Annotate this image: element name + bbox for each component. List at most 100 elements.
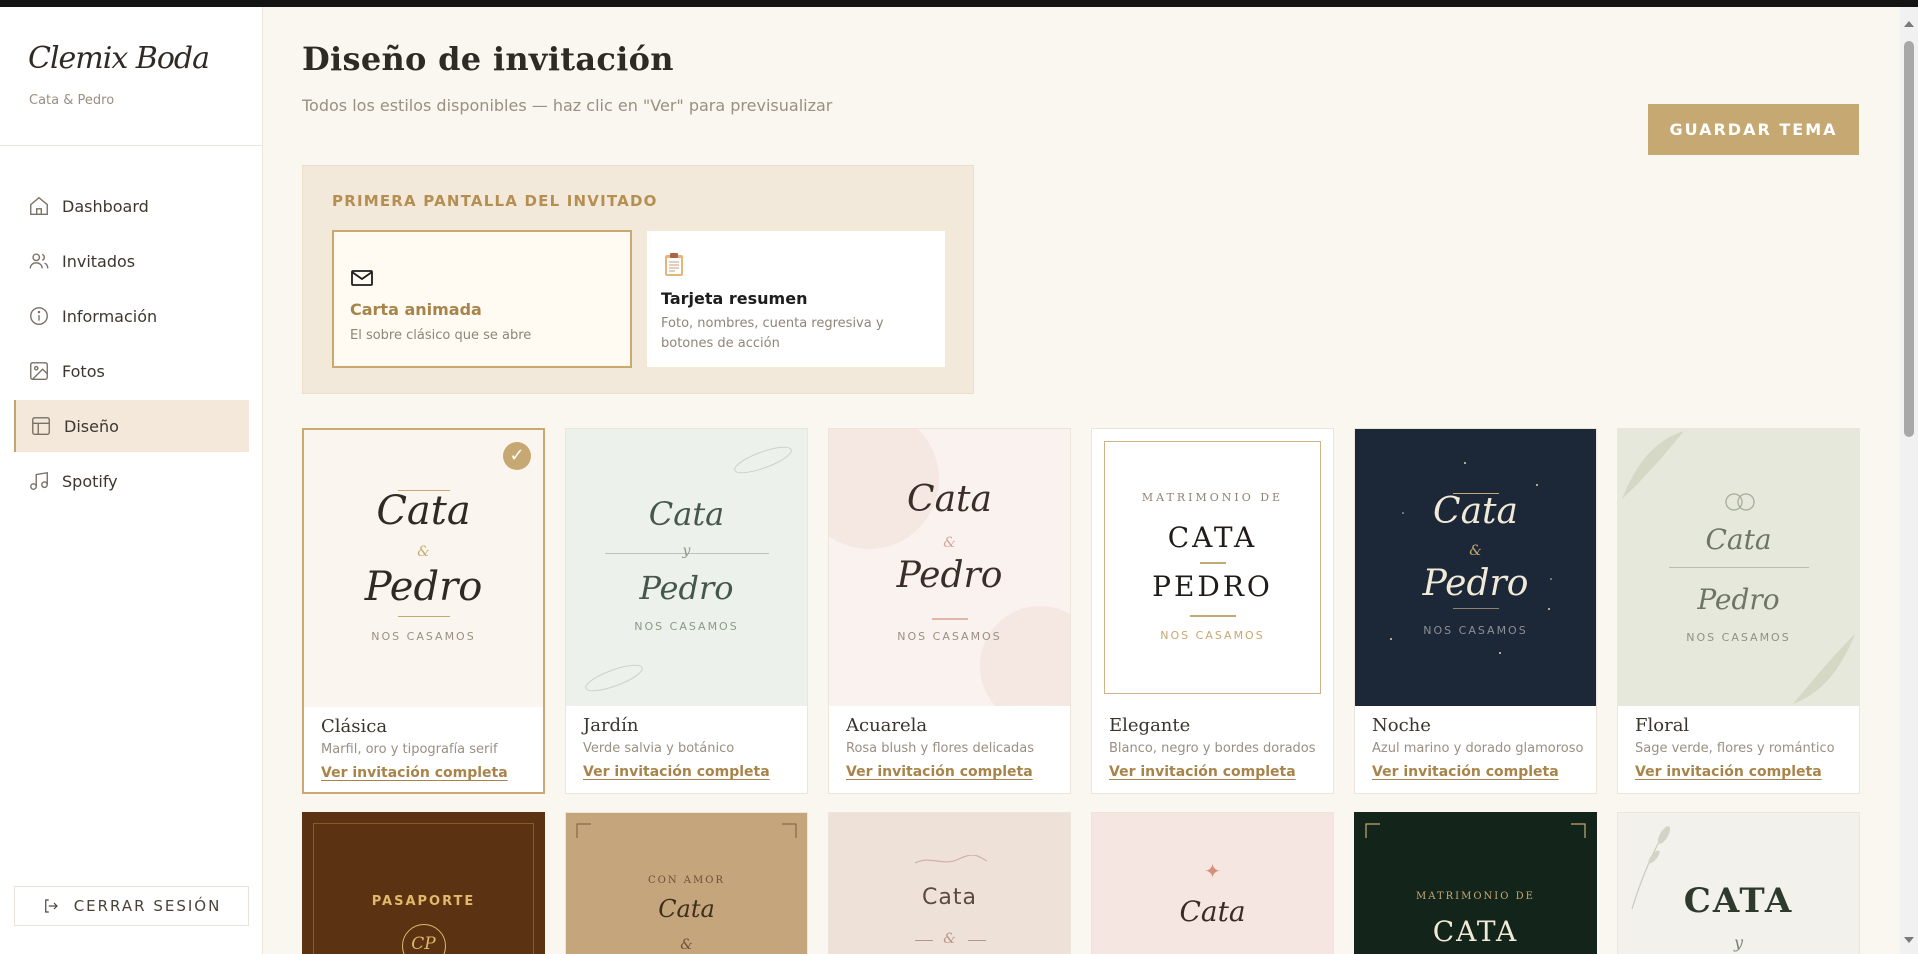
theme-desc: Marfil, oro y tipografía serif	[321, 742, 498, 757]
preview-amp: y	[682, 543, 691, 559]
theme-name: Floral	[1635, 715, 1690, 736]
logout-icon	[44, 899, 58, 913]
selected-check-icon: ✓	[503, 442, 531, 470]
sidebar-item-invitados[interactable]: Invitados	[14, 235, 249, 287]
logout-label: CERRAR SESIÓN	[73, 897, 222, 915]
preview-name-2: Pedro	[896, 555, 1003, 596]
clipboard-icon	[665, 253, 683, 276]
theme-preview[interactable]: Cata Pedro NOS CASAMOS	[1618, 429, 1859, 706]
view-invitation-link[interactable]: Ver invitación completa	[1372, 764, 1559, 780]
corner-ornament	[782, 823, 797, 838]
option-desc: Foto, nombres, cuenta regresiva y botone…	[661, 316, 884, 351]
scroll-down-arrow-icon[interactable]	[1904, 937, 1914, 943]
theme-preview[interactable]: CATA y	[1618, 813, 1859, 954]
leaf-decoration-icon	[734, 446, 792, 474]
option-name: Tarjeta resumen	[661, 289, 808, 308]
preview-tagline: NOS CASAMOS	[371, 630, 476, 643]
theme-name: Clásica	[321, 716, 388, 737]
theme-card-clasica[interactable]: ✓ Cata & Pedro NOS CASAMOS Clásica Marfi…	[302, 428, 545, 794]
sidebar-item-label: Dashboard	[62, 196, 149, 216]
scrollbar-thumb[interactable]	[1904, 41, 1914, 437]
theme-info: Elegante Blanco, negro y bordes dorados …	[1092, 706, 1333, 793]
theme-preview[interactable]: Cata & Pedro NOS CASAMOS	[1355, 429, 1596, 706]
theme-desc: Verde salvia y botánico	[583, 741, 735, 756]
image-icon	[30, 362, 48, 380]
preview-amp: &	[1469, 543, 1482, 559]
theme-desc: Azul marino y dorado glamoroso	[1372, 741, 1584, 756]
preview-name-1: Cata	[907, 479, 992, 520]
theme-card-8[interactable]: ✦ Cata	[1091, 812, 1334, 954]
sidebar-item-label: Invitados	[62, 251, 136, 271]
watercolor-blob	[980, 606, 1070, 706]
theme-preview[interactable]: Cata y Pedro NOS CASAMOS	[566, 429, 807, 706]
sidebar-item-diseno[interactable]: Diseño	[14, 400, 249, 452]
sidebar-item-dashboard[interactable]: Dashboard	[14, 180, 249, 232]
preview-amp: &	[943, 931, 956, 947]
theme-preview[interactable]: Cata & Pedro NOS CASAMOS	[829, 429, 1070, 706]
option-name: Carta animada	[350, 300, 482, 319]
preview-name-1: CATA	[1432, 915, 1519, 948]
theme-info: Clásica Marfil, oro y tipografía serif V…	[304, 707, 543, 792]
theme-preview[interactable]: MATRIMONIO DE CATA	[1355, 813, 1596, 954]
theme-preview[interactable]: CON AMOR Cata &	[566, 813, 807, 954]
sidebar-item-label: Información	[62, 306, 158, 326]
wave-ornament	[914, 855, 988, 864]
preview-top-label: CON AMOR	[648, 875, 725, 886]
option-carta-animada[interactable]: Carta animada El sobre clásico que se ab…	[332, 230, 632, 368]
scroll-up-arrow-icon[interactable]	[1904, 21, 1914, 27]
preview-name-1: Cata	[376, 488, 471, 534]
theme-card-pasaporte[interactable]: PASAPORTE CP	[302, 812, 545, 954]
preview-amp: &	[680, 937, 693, 953]
divider-line	[915, 940, 933, 941]
sidebar-item-spotify[interactable]: Spotify	[14, 455, 249, 507]
preview-name-1: PASAPORTE	[371, 894, 476, 909]
sidebar-nav: Dashboard Invitados Información Fotos Di…	[14, 180, 249, 510]
theme-preview[interactable]: ✦ Cata	[1092, 813, 1333, 954]
preview-tagline: NOS CASAMOS	[634, 620, 739, 633]
theme-desc: Rosa blush y flores delicadas	[846, 741, 1035, 756]
leaf-decoration-icon	[585, 664, 643, 692]
couple-name: Cata & Pedro	[29, 93, 115, 108]
view-invitation-link[interactable]: Ver invitación completa	[583, 764, 770, 780]
theme-preview[interactable]: ✓ Cata & Pedro NOS CASAMOS	[304, 430, 543, 707]
theme-card-9[interactable]: MATRIMONIO DE CATA	[1354, 812, 1597, 954]
envelope-icon	[351, 270, 373, 286]
view-invitation-link[interactable]: Ver invitación completa	[1109, 764, 1296, 780]
theme-card-11[interactable]: CATA y	[1617, 812, 1860, 954]
theme-preview[interactable]: MATRIMONIO DE CATA PEDRO NOS CASAMOS	[1092, 429, 1333, 706]
view-invitation-link[interactable]: Ver invitación completa	[846, 764, 1033, 780]
preview-name-2: Pedro	[364, 564, 483, 610]
corner-ornament	[576, 823, 591, 838]
theme-card-elegante[interactable]: MATRIMONIO DE CATA PEDRO NOS CASAMOS Ele…	[1091, 428, 1334, 794]
sidebar-item-informacion[interactable]: Información	[14, 290, 249, 342]
option-desc: El sobre clásico que se abre	[350, 328, 532, 343]
sidebar-item-fotos[interactable]: Fotos	[14, 345, 249, 397]
logout-button[interactable]: CERRAR SESIÓN	[14, 886, 249, 926]
theme-card-5[interactable]: CON AMOR Cata &	[565, 812, 808, 954]
sidebar-item-label: Diseño	[64, 416, 119, 436]
theme-card-acuarela[interactable]: Cata & Pedro NOS CASAMOS Acuarela Rosa b…	[828, 428, 1071, 794]
theme-card-floral[interactable]: Cata Pedro NOS CASAMOS Floral Sage verde…	[1617, 428, 1860, 794]
save-theme-button[interactable]: GUARDAR TEMA	[1648, 104, 1859, 155]
users-icon	[29, 253, 49, 269]
preview-name-1: Cata	[922, 885, 977, 910]
option-tarjeta-resumen[interactable]: Tarjeta resumen Foto, nombres, cuenta re…	[647, 231, 945, 367]
preview-amp: &	[943, 535, 956, 551]
sparkle-icon: ✦	[1204, 859, 1221, 883]
theme-card-7[interactable]: Cata &	[828, 812, 1071, 954]
brand-logo[interactable]: Clemix Boda	[28, 41, 210, 76]
theme-card-noche[interactable]: Cata & Pedro NOS CASAMOS Noche Azul mari…	[1354, 428, 1597, 794]
theme-preview[interactable]: Cata &	[829, 813, 1070, 954]
theme-preview[interactable]: PASAPORTE CP	[303, 813, 544, 954]
theme-info: Floral Sage verde, flores y romántico Ve…	[1618, 706, 1859, 793]
page-title: Diseño de invitación	[302, 40, 674, 78]
preview-name-1: CATA	[1167, 521, 1258, 554]
rings-icon	[1725, 493, 1755, 511]
theme-desc: Blanco, negro y bordes dorados	[1109, 741, 1316, 756]
info-icon	[30, 307, 48, 325]
theme-name: Noche	[1372, 715, 1431, 736]
theme-card-jardin[interactable]: Cata y Pedro NOS CASAMOS Jardín Verde sa…	[565, 428, 808, 794]
page-scrollbar[interactable]	[1900, 7, 1918, 954]
view-invitation-link[interactable]: Ver invitación completa	[1635, 764, 1822, 780]
view-invitation-link[interactable]: Ver invitación completa	[321, 765, 508, 781]
